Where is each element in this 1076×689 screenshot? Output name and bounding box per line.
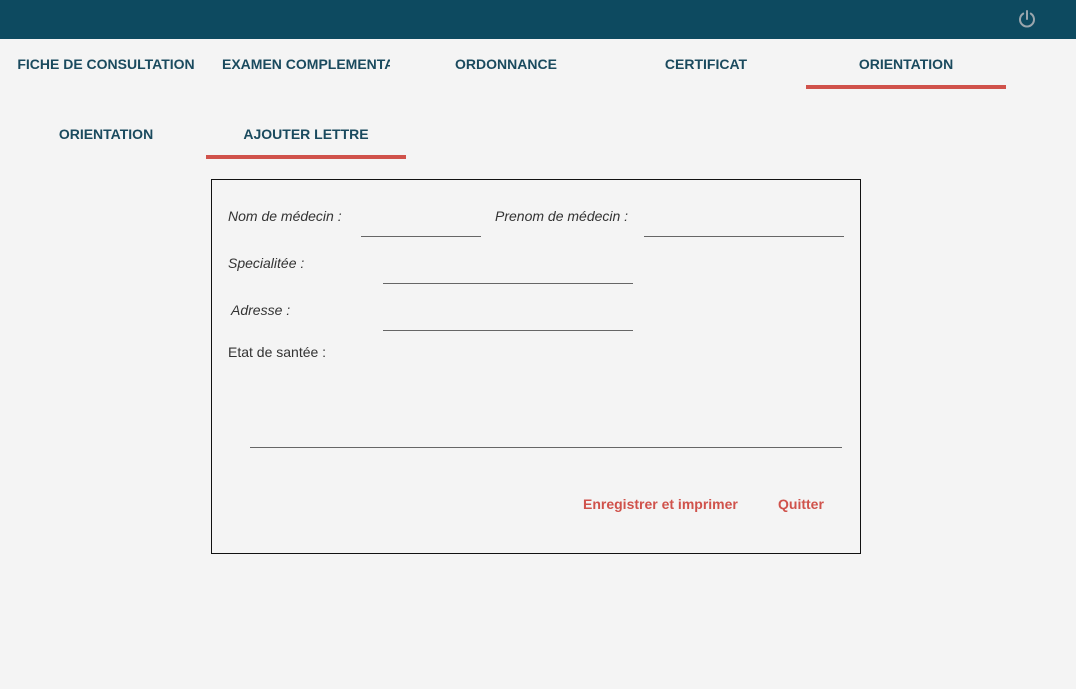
tab-label: EXAMEN COMPLEMENTAII — [222, 56, 390, 72]
specialite-label: Specialitée : — [228, 255, 305, 271]
adresse-field[interactable] — [383, 308, 633, 331]
tab-orientation[interactable]: ORIENTATION — [806, 39, 1006, 89]
tab-certificat[interactable]: CERTIFICAT — [606, 39, 806, 89]
quitter-button[interactable]: Quitter — [778, 496, 824, 512]
adresse-label: Adresse : — [231, 302, 291, 318]
tab-label: ORIENTATION — [858, 56, 954, 72]
subtab-label: ORIENTATION — [58, 126, 154, 142]
main-tab-bar: FICHE DE CONSULTATION EXAMEN COMPLEMENTA… — [0, 39, 1076, 91]
power-icon[interactable] — [1016, 8, 1038, 30]
enregistrer-imprimer-button[interactable]: Enregistrer et imprimer — [583, 496, 738, 512]
subtab-orientation[interactable]: ORIENTATION — [6, 109, 206, 159]
nom-medecin-field[interactable] — [361, 214, 481, 237]
prenom-medecin-label: Prenom de médecin : — [495, 208, 629, 224]
etat-sante-field[interactable] — [250, 366, 842, 448]
top-bar — [0, 0, 1076, 39]
tab-label: FICHE DE CONSULTATION — [17, 56, 195, 72]
sub-tab-bar: ORIENTATION AJOUTER LETTRE — [0, 109, 1076, 161]
nom-medecin-label: Nom de médecin : — [228, 208, 342, 224]
subtab-ajouter-lettre[interactable]: AJOUTER LETTRE — [206, 109, 406, 159]
tab-ordonnance[interactable]: ORDONNANCE — [406, 39, 606, 89]
lettre-form: Nom de médecin : Prenom de médecin : Spe… — [211, 179, 861, 554]
tab-label: ORDONNANCE — [455, 56, 557, 72]
subtab-label: AJOUTER LETTRE — [243, 126, 369, 142]
tab-fiche-de-consultation[interactable]: FICHE DE CONSULTATION — [6, 39, 206, 89]
tab-label: CERTIFICAT — [664, 56, 748, 72]
etat-sante-label: Etat de santée : — [228, 344, 327, 360]
prenom-medecin-field[interactable] — [644, 214, 844, 237]
tab-examen-complementaire[interactable]: EXAMEN COMPLEMENTAII — [206, 39, 406, 89]
specialite-field[interactable] — [383, 261, 633, 284]
